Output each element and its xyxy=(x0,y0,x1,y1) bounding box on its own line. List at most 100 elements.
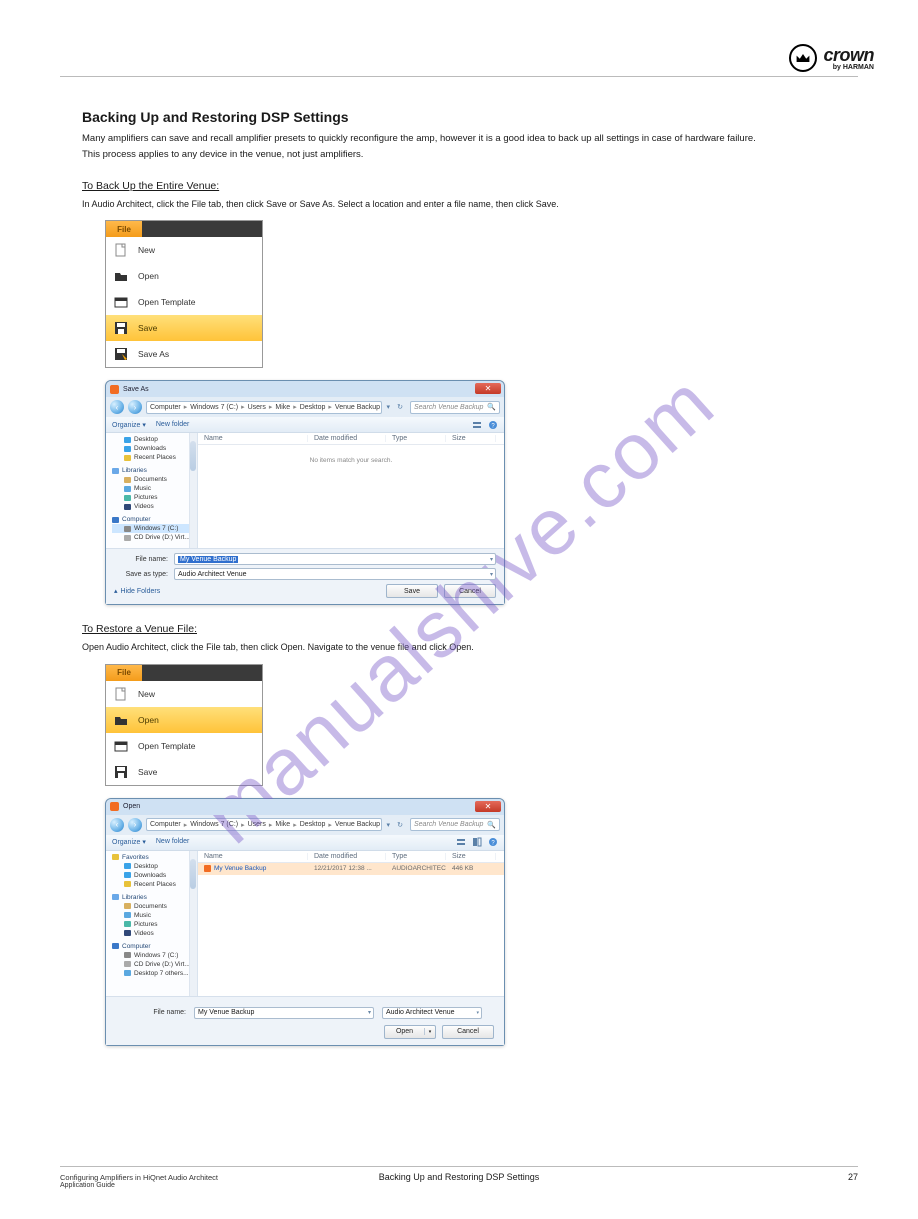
save-icon xyxy=(114,765,128,779)
breadcrumb-seg[interactable]: Computer xyxy=(150,821,181,828)
breadcrumb-seg[interactable]: Windows 7 (C:) xyxy=(190,821,238,828)
col-size[interactable]: Size xyxy=(446,435,496,442)
header-rule xyxy=(60,76,858,77)
hide-folders-button[interactable]: ▴ Hide Folders xyxy=(114,587,160,595)
menu-item-save[interactable]: Save xyxy=(106,315,262,341)
breadcrumb-seg[interactable]: Users xyxy=(248,821,266,828)
step2-text: Open Audio Architect, click the File tab… xyxy=(82,641,858,654)
nav-back-button[interactable]: ‹ xyxy=(110,818,124,832)
nav-back-button[interactable]: ‹ xyxy=(110,400,124,414)
menu-label-open: Open xyxy=(138,271,159,281)
open-icon xyxy=(114,269,128,283)
file-name-label: File name: xyxy=(114,556,168,563)
view-button[interactable] xyxy=(456,837,466,847)
file-name-value: My Venue Backup xyxy=(178,556,238,563)
organize-button[interactable]: Organize ▾ xyxy=(112,421,146,429)
close-button[interactable]: ✕ xyxy=(475,383,501,394)
breadcrumb-seg[interactable]: Windows 7 (C:) xyxy=(190,404,238,411)
search-icon: 🔍 xyxy=(487,821,496,829)
file-name-value: My Venue Backup xyxy=(198,1009,254,1016)
open-button[interactable]: Open▾ xyxy=(384,1025,436,1039)
breadcrumb-seg[interactable]: Desktop xyxy=(300,821,326,828)
file-name-input[interactable]: My Venue Backup ▾ xyxy=(174,553,496,565)
breadcrumb-seg[interactable]: Desktop xyxy=(300,404,326,411)
new-icon xyxy=(114,243,128,257)
folder-tree[interactable]: Desktop Downloads Recent Places Librarie… xyxy=(106,433,198,548)
file-name: My Venue Backup xyxy=(214,865,266,872)
help-button[interactable]: ? xyxy=(488,837,498,847)
step2-heading: To Restore a Venue File: xyxy=(82,623,858,635)
breadcrumb-seg[interactable]: Mike xyxy=(275,821,290,828)
file-menu-save: File New Open Open Template Save Save As xyxy=(105,220,263,368)
menu-item-open-template[interactable]: Open Template xyxy=(106,733,262,759)
file-row[interactable]: My Venue Backup 12/21/2017 12:38 ... AUD… xyxy=(198,863,504,875)
new-folder-button[interactable]: New folder xyxy=(156,421,189,429)
file-type-value: Audio Architect Venue xyxy=(386,1009,455,1016)
nav-forward-button[interactable]: › xyxy=(128,818,142,832)
breadcrumb-seg[interactable]: Users xyxy=(248,404,266,411)
close-button[interactable]: ✕ xyxy=(475,801,501,812)
menu-item-new[interactable]: New xyxy=(106,681,262,707)
open-template-icon xyxy=(114,295,128,309)
search-placeholder: Search Venue Backup xyxy=(414,821,483,828)
file-menu-open: File New Open Open Template Save xyxy=(105,664,263,786)
file-tab[interactable]: File xyxy=(106,665,142,681)
preview-button[interactable] xyxy=(472,837,482,847)
file-type: AUDIOARCHITECT... xyxy=(386,865,446,872)
nav-forward-button[interactable]: › xyxy=(128,400,142,414)
menu-item-save-as[interactable]: Save As xyxy=(106,341,262,367)
col-size[interactable]: Size xyxy=(446,853,496,860)
save-as-dialog: Save As ✕ ‹ › Computer▸ Windows 7 (C:)▸ … xyxy=(105,380,505,605)
file-name-label: File name: xyxy=(116,1009,186,1016)
file-list[interactable]: Name Date modified Type Size No items ma… xyxy=(198,433,504,548)
file-tab[interactable]: File xyxy=(106,221,142,237)
file-name-input[interactable]: My Venue Backup ▾ xyxy=(194,1007,374,1019)
breadcrumb-seg[interactable]: Venue Backup xyxy=(335,404,380,411)
section-intro-1: Many amplifiers can save and recall ampl… xyxy=(82,133,858,145)
breadcrumb-seg[interactable]: Mike xyxy=(275,404,290,411)
tree-scrollbar[interactable] xyxy=(189,433,197,548)
section-title: Backing Up and Restoring DSP Settings xyxy=(82,109,858,125)
save-as-icon xyxy=(114,347,128,361)
file-list[interactable]: Name Date modified Type Size My Venue Ba… xyxy=(198,851,504,996)
search-input[interactable]: Search Venue Backup 🔍 xyxy=(410,818,500,831)
cancel-button[interactable]: Cancel xyxy=(442,1025,494,1039)
breadcrumb-seg[interactable]: Venue Backup xyxy=(335,821,380,828)
save-type-select[interactable]: Audio Architect Venue ▾ xyxy=(174,568,496,580)
search-input[interactable]: Search Venue Backup 🔍 xyxy=(410,401,500,414)
file-type-filter[interactable]: Audio Architect Venue ▾ xyxy=(382,1007,482,1019)
col-date[interactable]: Date modified xyxy=(308,435,386,442)
footer-section-title: Backing Up and Restoring DSP Settings xyxy=(60,1172,858,1182)
organize-button[interactable]: Organize ▾ xyxy=(112,838,146,846)
crown-icon xyxy=(789,44,817,72)
address-bar[interactable]: Computer▸ Windows 7 (C:)▸ Users▸ Mike▸ D… xyxy=(146,818,382,831)
help-button[interactable]: ? xyxy=(488,420,498,430)
save-type-value: Audio Architect Venue xyxy=(178,571,247,578)
save-icon xyxy=(114,321,128,335)
breadcrumb-seg[interactable]: Computer xyxy=(150,404,181,411)
col-name[interactable]: Name xyxy=(198,435,308,442)
address-bar[interactable]: Computer▸ Windows 7 (C:)▸ Users▸ Mike▸ D… xyxy=(146,401,382,414)
file-date: 12/21/2017 12:38 ... xyxy=(308,865,386,872)
new-folder-button[interactable]: New folder xyxy=(156,838,189,846)
open-icon xyxy=(114,713,128,727)
col-type[interactable]: Type xyxy=(386,853,446,860)
cancel-button[interactable]: Cancel xyxy=(444,584,496,598)
search-icon: 🔍 xyxy=(487,403,496,411)
menu-item-save[interactable]: Save xyxy=(106,759,262,785)
menu-item-new[interactable]: New xyxy=(106,237,262,263)
dialog-title: Open xyxy=(123,803,140,810)
page-footer: Configuring Amplifiers in HiQnet Audio A… xyxy=(60,1166,858,1189)
menu-item-open[interactable]: Open xyxy=(106,707,262,733)
menu-item-open-template[interactable]: Open Template xyxy=(106,289,262,315)
menu-label-save-as: Save As xyxy=(138,349,169,359)
col-name[interactable]: Name xyxy=(198,853,308,860)
folder-tree[interactable]: Favorites Desktop Downloads Recent Place… xyxy=(106,851,198,996)
view-button[interactable] xyxy=(472,420,482,430)
menu-item-open[interactable]: Open xyxy=(106,263,262,289)
save-button[interactable]: Save xyxy=(386,584,438,598)
tree-scrollbar[interactable] xyxy=(189,851,197,996)
col-type[interactable]: Type xyxy=(386,435,446,442)
col-date[interactable]: Date modified xyxy=(308,853,386,860)
dialog-title: Save As xyxy=(123,386,149,393)
